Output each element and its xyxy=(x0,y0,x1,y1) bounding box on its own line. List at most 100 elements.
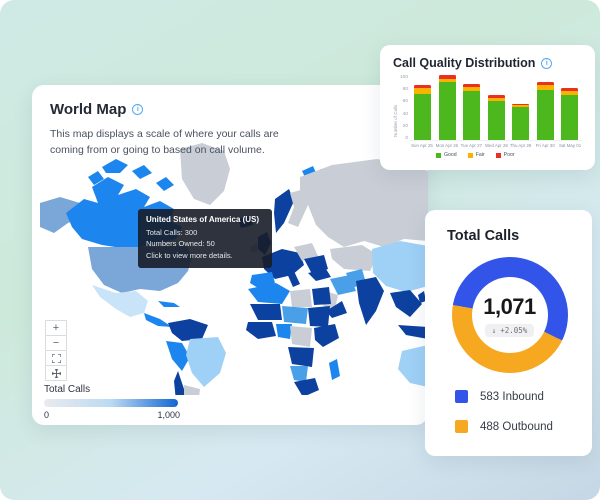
country-egypt xyxy=(312,287,331,305)
bar-sun-apr-25[interactable] xyxy=(414,85,431,140)
map-scale-gradient xyxy=(44,399,178,407)
quality-bars xyxy=(410,75,582,141)
inbound-label: 583 Inbound xyxy=(480,390,544,403)
quality-legend: Good Fair Poor xyxy=(436,152,582,158)
bar-fri-apr-30[interactable] xyxy=(536,82,554,140)
country-libya xyxy=(290,289,312,307)
y-tick: 0 xyxy=(405,135,408,141)
call-quality-title: Call Quality Distribution xyxy=(393,56,536,70)
country-madagascar xyxy=(329,359,340,380)
bar-mon-apr-26[interactable] xyxy=(438,75,456,140)
bar-segment-good xyxy=(487,101,505,140)
legend-outbound[interactable]: 488 Outbound xyxy=(455,420,572,433)
tooltip-numbers-owned: Numbers Owned: 50 xyxy=(146,239,215,249)
country-angola-zambia xyxy=(288,347,314,367)
info-icon[interactable]: i xyxy=(541,57,553,69)
call-quality-card: Call Quality Distribution i Number of Ca… xyxy=(380,45,595,170)
map-tooltip: United States of America (US) Total Call… xyxy=(138,209,272,268)
canada-arctic-islands xyxy=(156,177,174,191)
legend-swatch xyxy=(436,152,441,158)
horn-of-africa xyxy=(314,324,339,347)
bar-segment-good xyxy=(463,90,480,140)
total-calls-card: Total Calls 1,071 ↓ +2.05% 583 Inbound 4… xyxy=(425,210,592,456)
y-tick: 20 xyxy=(402,123,408,129)
outbound-label: 488 Outbound xyxy=(480,420,553,433)
country-indonesia xyxy=(398,325,428,339)
y-axis-title: Number of Calls xyxy=(393,104,398,137)
bar-tue-apr-27[interactable] xyxy=(463,84,480,140)
country-namibia-botswana xyxy=(290,366,308,382)
y-tick: 80 xyxy=(402,87,408,93)
world-map-canvas[interactable] xyxy=(32,143,428,395)
bar-segment-good xyxy=(414,93,431,140)
legend-label: Poor xyxy=(503,152,515,158)
country-mali-mauritania xyxy=(250,304,282,320)
call-quality-chart: Number of Calls 100 80 60 40 20 0 Sun Apr 25 M… xyxy=(393,75,582,158)
legend-swatch xyxy=(495,152,501,158)
y-tick: 40 xyxy=(402,111,408,117)
legend-inbound[interactable]: 583 Inbound xyxy=(455,390,572,403)
legend-label: Fair xyxy=(475,152,485,158)
map-scale-legend: Total Calls 0 1,000 xyxy=(44,384,180,420)
pan-button[interactable] xyxy=(45,365,67,381)
total-calls-value: 1,071 xyxy=(483,293,536,319)
caribbean xyxy=(158,301,180,307)
total-calls-title: Total Calls xyxy=(447,228,520,244)
country-niger-chad xyxy=(282,306,308,324)
world-map-title: World Map xyxy=(50,101,127,118)
zoom-out-button[interactable]: − xyxy=(45,335,67,351)
world-map-header: World Map i This map displays a scale of… xyxy=(32,85,428,159)
inbound-swatch xyxy=(455,390,468,403)
tooltip-country: United States of America (US) xyxy=(146,215,260,224)
legend-swatch xyxy=(467,152,473,158)
map-scale-label: Total Calls xyxy=(44,384,91,395)
legend-item-poor[interactable]: Poor xyxy=(495,152,515,158)
central-america xyxy=(144,313,172,327)
x-tick: Wed Apr 28 xyxy=(484,143,508,148)
x-tick: Sun Apr 25 xyxy=(411,143,433,148)
world-map-card: World Map i This map displays a scale of… xyxy=(32,85,428,425)
legend-item-fair[interactable]: Fair xyxy=(467,152,485,158)
legend-label: Good xyxy=(444,152,457,158)
fullscreen-icon xyxy=(51,353,61,363)
west-africa xyxy=(246,322,276,339)
tooltip-hint: Click to view more details. xyxy=(146,250,233,260)
bar-segment-good xyxy=(512,107,529,140)
country-russia xyxy=(300,159,428,247)
y-tick: 60 xyxy=(402,99,408,105)
map-controls: + − xyxy=(45,320,67,381)
bar-wed-apr-28[interactable] xyxy=(487,95,505,140)
country-brazil xyxy=(186,337,226,387)
x-tick: Thu Apr 29 xyxy=(509,143,532,148)
country-colombia-venezuela xyxy=(168,319,208,341)
y-axis-ticks: 100 80 60 40 20 0 xyxy=(399,75,410,141)
southeast-asia xyxy=(390,290,422,317)
x-tick: Tue Apr 27 xyxy=(460,143,482,148)
fullscreen-button[interactable] xyxy=(45,350,67,366)
country-argentina xyxy=(184,385,200,395)
pan-icon xyxy=(51,368,61,378)
legend-item-good[interactable]: Good xyxy=(436,152,457,158)
central-africa xyxy=(290,326,312,347)
map-scale-max: 1,000 xyxy=(157,410,180,420)
bar-thu-apr-29[interactable] xyxy=(512,103,529,140)
x-tick: Fri Apr 30 xyxy=(535,143,555,148)
country-india xyxy=(356,277,384,325)
bar-sat-may-01[interactable] xyxy=(561,87,578,140)
total-calls-donut[interactable]: 1,071 ↓ +2.05% xyxy=(451,257,568,373)
map-africa[interactable] xyxy=(246,283,340,395)
x-tick: Mon Apr 26 xyxy=(435,143,459,148)
bar-segment-good xyxy=(561,95,578,140)
dashboard-background: World Map i This map displays a scale of… xyxy=(0,0,600,500)
zoom-in-button[interactable]: + xyxy=(45,320,67,336)
arrow-down-icon: ↓ xyxy=(491,325,497,335)
country-italy xyxy=(286,269,300,287)
change-value: +2.05% xyxy=(500,325,528,335)
tooltip-total-calls: Total Calls: 300 xyxy=(146,228,198,237)
total-calls-legend: 583 Inbound 488 Outbound xyxy=(447,390,572,433)
change-badge: ↓ +2.05% xyxy=(484,323,535,337)
world-map-description: This map displays a scale of where your … xyxy=(50,128,279,157)
canada-arctic-islands xyxy=(132,165,152,179)
map-oceania[interactable] xyxy=(398,345,428,387)
info-icon[interactable]: i xyxy=(132,104,144,115)
